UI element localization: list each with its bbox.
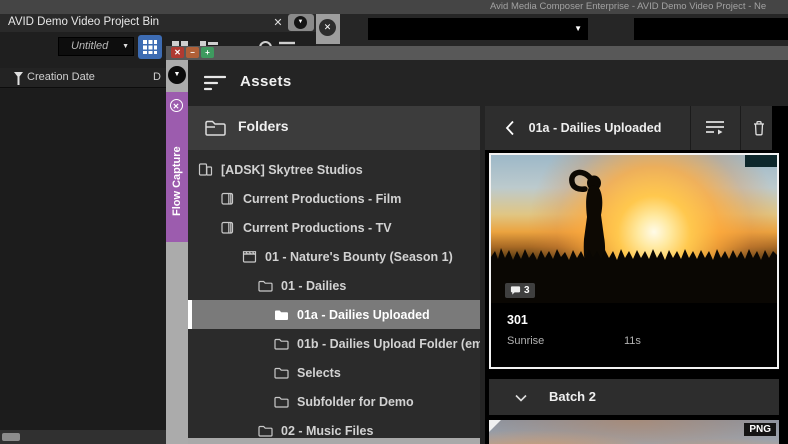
folder-icon xyxy=(274,308,289,322)
flow-content: Assets Folders [ADSK] Skytree Studios Cu… xyxy=(188,60,788,444)
clips-header: 01a - Dailies Uploaded xyxy=(485,106,772,150)
filter-menu-icon[interactable] xyxy=(204,75,226,92)
production-icon xyxy=(220,191,235,206)
column-header-d[interactable]: D xyxy=(153,71,161,83)
batch-2-section-header[interactable]: Batch 2 xyxy=(489,379,779,415)
clip-info: 301 Sunrise 11s xyxy=(491,303,777,367)
window-close-button[interactable]: ✕ xyxy=(171,47,184,58)
collapse-arrow-button[interactable]: ▼ xyxy=(168,66,186,84)
clips-panel: 01a - Dailies Uploaded 3 301 Sunrise 11s… xyxy=(485,106,788,444)
flow-capture-tab-label: Flow Capture xyxy=(171,146,183,216)
folders-panel: Folders [ADSK] Skytree Studios Current P… xyxy=(188,106,480,444)
window-minimize-button[interactable]: − xyxy=(186,47,199,58)
tree-item-label: Current Productions - Film xyxy=(243,191,402,206)
production-icon xyxy=(220,220,235,235)
bin-titlebar: AVID Demo Video Project Bin ✕ ▼ xyxy=(0,14,316,32)
chevron-down-icon: ▼ xyxy=(122,43,129,50)
playlist-view-icon[interactable] xyxy=(705,119,725,137)
clip-subtitle: Sunrise xyxy=(507,335,545,347)
bin-close-icon[interactable]: ✕ xyxy=(270,15,286,31)
tree-item-label: 02 - Music Files xyxy=(281,423,374,438)
clapperboard-icon xyxy=(242,249,257,264)
flow-capture-window: ✕ − + ▼ ✕ Flow Capture Assets Folders [A… xyxy=(166,46,788,444)
comment-badge[interactable]: 3 xyxy=(505,283,535,298)
tree-item-label: 01b - Dailies Upload Folder (emp xyxy=(297,336,480,351)
tool-dropdown-field[interactable]: ▼ xyxy=(368,18,588,40)
tree-item-label: Subfolder for Demo xyxy=(297,394,414,409)
trash-icon[interactable] xyxy=(751,119,767,137)
tree-item-label: 01 - Nature's Bounty (Season 1) xyxy=(265,249,453,264)
tree-item-label: [ADSK] Skytree Studios xyxy=(221,162,363,177)
clip-card-301[interactable]: 3 301 Sunrise 11s xyxy=(489,153,779,369)
clip-thumbnail-png[interactable]: PNG xyxy=(489,420,779,444)
tool-input-field[interactable] xyxy=(634,18,788,40)
chevron-down-icon: ▼ xyxy=(574,24,582,33)
tree-item-natures-bounty[interactable]: 01 - Nature's Bounty (Season 1) xyxy=(188,242,480,271)
clips-header-title: 01a - Dailies Uploaded xyxy=(528,121,662,135)
folded-corner-marker xyxy=(489,420,501,432)
close-icon[interactable]: ✕ xyxy=(319,19,336,36)
tree-item-selects[interactable]: Selects xyxy=(188,358,480,387)
tree-item-01-dailies[interactable]: 01 - Dailies xyxy=(188,271,480,300)
tree-item-01b-dailies-upload-folder[interactable]: 01b - Dailies Upload Folder (emp xyxy=(188,329,480,358)
close-icon[interactable]: ✕ xyxy=(169,99,183,112)
os-titlebar: Avid Media Composer Enterprise - AVID De… xyxy=(0,0,788,14)
selection-bar xyxy=(188,300,192,329)
column-header-creation-date[interactable]: Creation Date xyxy=(27,71,95,83)
sunrise-silhouette-art xyxy=(491,169,777,303)
collapsed-panel-tab: ✕ xyxy=(316,14,340,44)
assets-header: Assets xyxy=(188,60,788,106)
grid-icon xyxy=(143,40,157,54)
folders-scrollbar[interactable] xyxy=(188,438,480,444)
grid-view-button[interactable] xyxy=(138,35,162,59)
chevron-down-icon: ▼ xyxy=(294,16,307,29)
bin-expand-button[interactable]: ▼ xyxy=(288,14,314,31)
scrollbar-thumb[interactable] xyxy=(2,433,20,441)
header-divider xyxy=(740,106,741,150)
tree-item-label: 01 - Dailies xyxy=(281,278,347,293)
chevron-down-icon[interactable] xyxy=(515,394,527,402)
folder-icon xyxy=(258,424,273,438)
tree-item-label: Current Productions - TV xyxy=(243,220,392,235)
tree-item-productions-film[interactable]: Current Productions - Film xyxy=(188,184,480,213)
assets-title: Assets xyxy=(240,73,292,90)
folder-icon xyxy=(274,366,289,380)
bin-preset-value: Untitled xyxy=(71,40,109,52)
folders-header[interactable]: Folders xyxy=(188,106,480,150)
clip-duration: 11s xyxy=(624,335,641,347)
folder-icon xyxy=(258,279,273,293)
folder-icon xyxy=(274,337,289,351)
bin-title: AVID Demo Video Project Bin xyxy=(8,16,160,28)
tree-item-productions-tv[interactable]: Current Productions - TV xyxy=(188,213,480,242)
header-divider xyxy=(690,106,691,150)
organization-icon xyxy=(198,162,213,177)
flow-window-titlebar: ✕ − + xyxy=(166,46,788,60)
bin-preset-dropdown[interactable]: Untitled ▼ xyxy=(58,37,134,56)
thumbnail-corner-badge xyxy=(745,155,777,167)
folder-tree: [ADSK] Skytree Studios Current Productio… xyxy=(188,150,480,444)
clip-thumbnail-sunrise[interactable]: 3 xyxy=(491,155,777,303)
flow-capture-tab[interactable]: ✕ Flow Capture xyxy=(166,92,188,242)
tree-item-skytree-studios[interactable]: [ADSK] Skytree Studios xyxy=(188,155,480,184)
flow-side-strip: ▼ ✕ Flow Capture xyxy=(166,60,188,444)
folder-icon xyxy=(274,395,289,409)
back-chevron-icon[interactable] xyxy=(505,120,515,136)
comment-bubble-icon xyxy=(510,286,521,295)
tree-item-subfolder-for-demo[interactable]: Subfolder for Demo xyxy=(188,387,480,416)
comment-count: 3 xyxy=(524,285,530,296)
sort-pin-icon[interactable] xyxy=(13,71,24,86)
folders-title: Folders xyxy=(238,118,289,134)
tree-item-01a-dailies-uploaded[interactable]: 01a - Dailies Uploaded xyxy=(188,300,480,329)
folder-icon xyxy=(205,120,226,136)
window-maximize-button[interactable]: + xyxy=(201,47,214,58)
tree-item-label: Selects xyxy=(297,365,341,380)
clip-name: 301 xyxy=(507,313,528,327)
batch-title: Batch 2 xyxy=(549,389,596,404)
window-title: Avid Media Composer Enterprise - AVID De… xyxy=(490,1,767,12)
tree-item-label: 01a - Dailies Uploaded xyxy=(297,307,430,322)
bin-horizontal-scrollbar[interactable] xyxy=(0,430,166,444)
png-badge: PNG xyxy=(744,423,776,436)
app-screen: Avid Media Composer Enterprise - AVID De… xyxy=(0,0,788,444)
